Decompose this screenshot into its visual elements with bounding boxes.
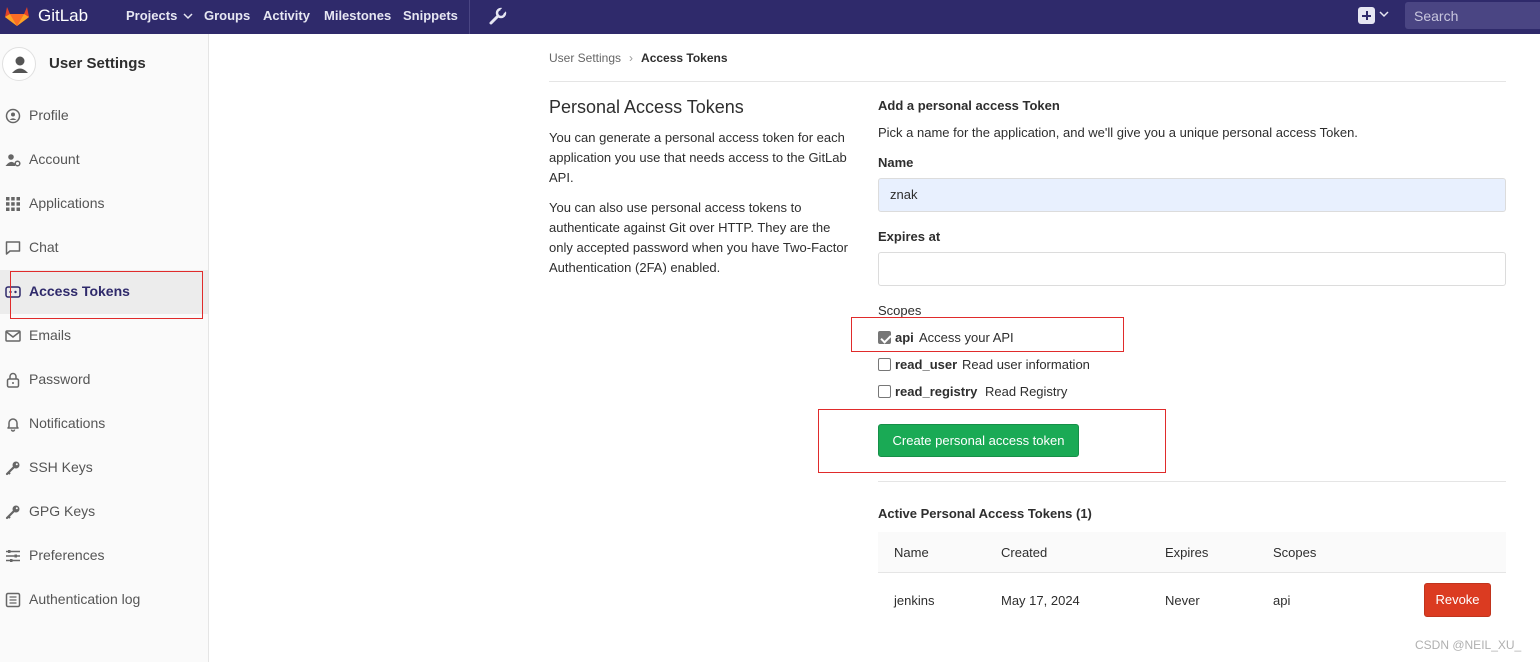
scope-description: Read Registry [985, 384, 1068, 399]
sidebar-item-label: Password [29, 371, 91, 387]
sidebar-item-authentication-log[interactable]: Authentication log [0, 578, 208, 622]
account-gear-icon [5, 154, 21, 167]
nav-divider [469, 0, 470, 34]
checkbox-read-registry[interactable] [878, 385, 891, 398]
lock-icon [6, 372, 20, 388]
profile-icon [5, 108, 21, 124]
brand-name[interactable]: GitLab [38, 6, 88, 26]
envelope-icon [5, 330, 21, 342]
nav-projects[interactable]: Projects [126, 8, 193, 23]
column-header: Scopes [1273, 545, 1317, 560]
top-navbar: GitLab Projects Groups Activity Mileston… [0, 0, 1540, 34]
column-header: Expires [1165, 545, 1209, 560]
annotation-highlight-box [851, 317, 1124, 352]
column-header: Created [1001, 545, 1048, 560]
applications-grid-icon [6, 197, 20, 211]
sidebar-title: User Settings [49, 55, 146, 72]
scope-name: read_registry [895, 384, 978, 399]
sidebar-item-chat[interactable]: Chat [0, 226, 208, 270]
scopes-label: Scopes [878, 303, 922, 318]
list-icon [5, 592, 21, 608]
sidebar-item-label: Profile [29, 107, 69, 123]
nav-milestones[interactable]: Milestones [324, 8, 391, 23]
token-scopes-cell: api [1273, 593, 1291, 608]
settings-sidebar: User Settings Profile Account Applicatio… [0, 34, 209, 662]
expires-label: Expires at [878, 229, 941, 244]
search-input[interactable] [1405, 2, 1540, 29]
token-name-field[interactable]: znak [878, 178, 1506, 212]
table-row: jenkins May 17, 2024 Never api Revoke [878, 573, 1506, 627]
chevron-right-icon: › [629, 51, 634, 65]
sidebar-item-label: Authentication log [29, 591, 141, 607]
nav-snippets[interactable]: Snippets [403, 8, 458, 23]
watermark-text: CSDN @NEIL_XU_ [1415, 638, 1522, 652]
divider [549, 81, 1506, 82]
annotation-highlight-box [10, 271, 203, 319]
tokens-table-header: Name Created Expires Scopes [878, 532, 1506, 573]
nav-groups[interactable]: Groups [204, 8, 250, 23]
column-header: Name [894, 545, 929, 560]
breadcrumb: User Settings › Access Tokens [549, 51, 728, 65]
sidebar-item-notifications[interactable]: Notifications [0, 402, 208, 446]
form-subtitle: Pick a name for the application, and we'… [878, 125, 1358, 140]
token-created-cell: May 17, 2024 [1001, 593, 1080, 608]
wrench-icon[interactable] [488, 6, 508, 26]
scope-name: read_user [895, 357, 958, 372]
sliders-icon [6, 550, 20, 562]
form-title: Add a personal access Token [878, 98, 1060, 113]
sidebar-item-label: SSH Keys [29, 459, 93, 475]
sidebar-item-gpg-keys[interactable]: GPG Keys [0, 490, 208, 534]
sidebar-header[interactable]: User Settings [0, 44, 208, 86]
new-item-plus-icon[interactable] [1358, 7, 1375, 24]
name-label: Name [878, 155, 914, 170]
chevron-down-icon [183, 13, 193, 20]
sidebar-item-label: Applications [29, 195, 105, 211]
active-tokens-title: Active Personal Access Tokens (1) [878, 506, 1092, 521]
token-name-cell: jenkins [894, 593, 935, 608]
breadcrumb-parent-link[interactable]: User Settings [549, 51, 621, 65]
sidebar-item-emails[interactable]: Emails [0, 314, 208, 358]
sidebar-item-label: Chat [29, 239, 59, 255]
token-expires-cell: Never [1165, 593, 1200, 608]
sidebar-item-label: GPG Keys [29, 503, 96, 519]
divider [878, 481, 1506, 482]
expires-at-field[interactable] [878, 252, 1506, 286]
sidebar-item-label: Emails [29, 327, 72, 343]
chat-icon [5, 241, 21, 255]
sidebar-item-ssh-keys[interactable]: SSH Keys [0, 446, 208, 490]
sidebar-item-applications[interactable]: Applications [0, 182, 208, 226]
bell-icon [7, 418, 19, 432]
sidebar-item-profile[interactable]: Profile [0, 94, 208, 138]
revoke-button[interactable]: Revoke [1424, 583, 1491, 617]
breadcrumb-current[interactable]: Access Tokens [641, 51, 728, 65]
user-icon [12, 56, 28, 73]
intro-paragraph: You can also use personal access tokens … [549, 200, 848, 275]
intro-paragraph: You can generate a personal access token… [549, 130, 847, 185]
key-icon [5, 505, 20, 520]
chevron-down-icon[interactable] [1379, 9, 1389, 19]
sidebar-item-label: Account [29, 151, 80, 167]
key-icon [5, 461, 20, 476]
scope-description: Read user information [962, 357, 1090, 372]
gitlab-logo-icon[interactable] [4, 5, 30, 27]
sidebar-item-account[interactable]: Account [0, 138, 208, 182]
nav-activity[interactable]: Activity [263, 8, 310, 23]
annotation-highlight-box [818, 409, 1166, 473]
page-title: Personal Access Tokens [549, 97, 744, 117]
sidebar-item-label: Notifications [29, 415, 106, 431]
sidebar-item-preferences[interactable]: Preferences [0, 534, 208, 578]
avatar [2, 47, 36, 81]
sidebar-item-password[interactable]: Password [0, 358, 208, 402]
sidebar-item-label: Preferences [29, 547, 105, 563]
checkbox-read-user[interactable] [878, 358, 891, 371]
